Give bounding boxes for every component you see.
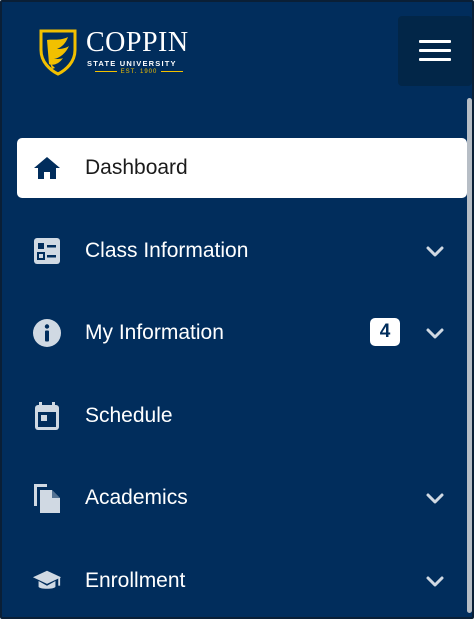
sidebar-nav: Dashboard Class Information My Informati… bbox=[17, 138, 467, 633]
sidebar-item-label: Enrollment bbox=[85, 568, 186, 592]
sidebar-item-academics[interactable]: Academics bbox=[17, 468, 467, 528]
class-info-icon bbox=[32, 236, 62, 266]
coppin-logo[interactable]: COPPIN STATE UNIVERSITY EST. 1900 bbox=[38, 27, 198, 78]
sidebar-item-label: Schedule bbox=[85, 403, 173, 427]
scrollbar[interactable] bbox=[467, 98, 472, 613]
logo-established: EST. 1900 bbox=[87, 69, 191, 75]
logo-subtitle: STATE UNIVERSITY bbox=[87, 59, 177, 68]
sidebar-item-schedule[interactable]: Schedule bbox=[17, 386, 467, 446]
sidebar-item-enrollment[interactable]: Enrollment bbox=[17, 551, 467, 611]
documents-icon bbox=[32, 483, 62, 513]
sidebar-item-dashboard[interactable]: Dashboard bbox=[17, 138, 467, 198]
info-icon bbox=[32, 318, 62, 348]
graduation-cap-icon bbox=[32, 566, 62, 596]
sidebar-item-label: Dashboard bbox=[85, 156, 188, 179]
chevron-down-icon[interactable] bbox=[423, 241, 447, 261]
sidebar-item-label: Class Information bbox=[85, 238, 249, 262]
sidebar: COPPIN STATE UNIVERSITY EST. 1900 Dashbo… bbox=[0, 0, 474, 619]
home-icon bbox=[32, 153, 62, 183]
menu-toggle-button[interactable] bbox=[398, 16, 472, 86]
sidebar-item-class-information[interactable]: Class Information bbox=[17, 221, 467, 281]
sidebar-item-label: Academics bbox=[85, 486, 188, 509]
calendar-icon bbox=[32, 401, 62, 431]
chevron-down-icon[interactable] bbox=[423, 488, 447, 508]
hamburger-icon bbox=[419, 40, 451, 62]
chevron-down-icon[interactable] bbox=[423, 323, 447, 343]
notification-badge: 4 bbox=[370, 318, 400, 346]
sidebar-item-label: My Information bbox=[85, 321, 224, 344]
sidebar-item-my-information[interactable]: My Information 4 bbox=[17, 303, 467, 363]
logo-name: COPPIN bbox=[86, 27, 189, 58]
shield-logo-icon bbox=[39, 29, 77, 76]
chevron-down-icon[interactable] bbox=[423, 571, 447, 591]
